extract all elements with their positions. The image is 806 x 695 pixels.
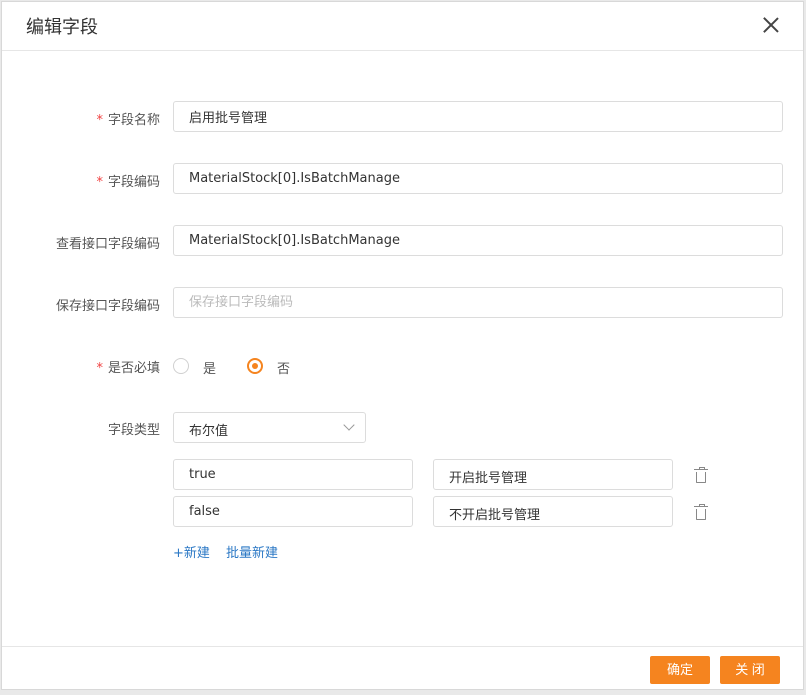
dialog-header: 编辑字段	[2, 2, 803, 51]
edit-field-dialog: 编辑字段 *字段名称 *字段编码 查看接口字段编码 保存接口字段编码 *是否必填…	[1, 1, 804, 690]
option-value-input[interactable]: false	[173, 496, 413, 527]
chevron-down-icon	[343, 419, 355, 431]
required-label: * 是否必填	[96, 361, 160, 376]
dialog-footer: 确定 关 闭	[2, 646, 803, 691]
trash-icon[interactable]	[694, 504, 708, 520]
trash-icon[interactable]	[694, 467, 708, 483]
radio-yes-label[interactable]: 是	[203, 358, 216, 377]
field-code-label: * 字段编码	[96, 175, 160, 190]
save-api-code-input[interactable]	[173, 287, 783, 318]
radio-no-label[interactable]: 否	[277, 358, 290, 377]
radio-yes[interactable]	[173, 358, 189, 374]
field-type-value: 布尔值	[189, 424, 229, 439]
field-type-label: 字段类型	[107, 423, 160, 438]
view-api-code-input[interactable]	[173, 225, 783, 256]
field-name-label: * 字段名称	[96, 113, 160, 128]
add-option-link[interactable]: +新建	[173, 542, 210, 561]
option-text-input[interactable]: 开启批号管理	[433, 459, 673, 490]
dialog-title: 编辑字段	[26, 17, 98, 38]
required-asterisk: *	[96, 113, 103, 128]
confirm-button[interactable]: 确定	[650, 656, 710, 684]
field-code-input[interactable]	[173, 163, 783, 194]
view-api-code-label: 查看接口字段编码	[55, 237, 160, 252]
required-asterisk: *	[96, 361, 103, 376]
batch-add-link[interactable]: 批量新建	[226, 542, 278, 561]
field-type-select[interactable]: 布尔值	[173, 412, 366, 443]
option-text-input[interactable]: 不开启批号管理	[433, 496, 673, 527]
option-value-input[interactable]: true	[173, 459, 413, 490]
field-name-input[interactable]	[173, 101, 783, 132]
required-asterisk: *	[96, 175, 103, 190]
save-api-code-label: 保存接口字段编码	[55, 299, 160, 314]
close-icon[interactable]	[760, 14, 782, 36]
radio-no[interactable]	[247, 358, 263, 374]
close-button[interactable]: 关 闭	[720, 656, 780, 684]
